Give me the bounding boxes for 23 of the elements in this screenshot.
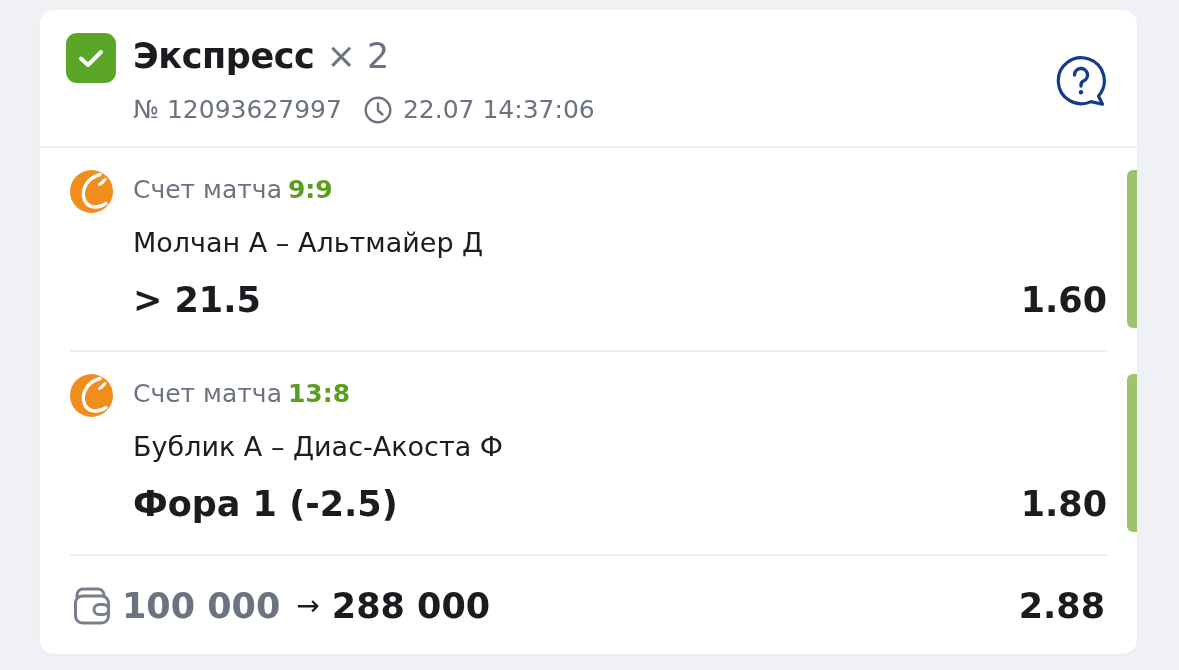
bet-title: Экспресс	[133, 35, 315, 78]
score-label: 13:8	[287, 378, 351, 410]
market-label: Счет матча	[133, 378, 282, 410]
outcome-label: Фора 1 (-2.5)	[133, 483, 398, 526]
odds-value: 1.80	[1020, 483, 1107, 526]
multiplier-label: × 2	[326, 35, 390, 78]
wallet-icon	[72, 586, 112, 626]
tennis-ball-icon	[70, 170, 113, 213]
event-name: Молчан А – Альтмайер Д	[133, 226, 485, 260]
bet-number: № 12093627997	[133, 95, 342, 125]
odds-value: 1.60	[1020, 279, 1107, 322]
payout-amount: 288 000	[331, 585, 491, 628]
clock-icon	[363, 96, 392, 124]
score-label: 9:9	[287, 174, 333, 206]
total-odds: 2.88	[1018, 585, 1105, 628]
right-arrow: →	[296, 588, 320, 624]
event-name: Бублик А – Диас-Акоста Ф	[133, 430, 504, 464]
help-icon[interactable]	[1054, 54, 1108, 108]
market-label: Счет матча	[133, 174, 282, 206]
stake-amount: 100 000	[122, 585, 281, 628]
outcome-label: > 21.5	[133, 279, 261, 322]
tennis-ball-icon	[70, 374, 113, 417]
bet-datetime: 22.07 14:37:06	[402, 95, 595, 125]
